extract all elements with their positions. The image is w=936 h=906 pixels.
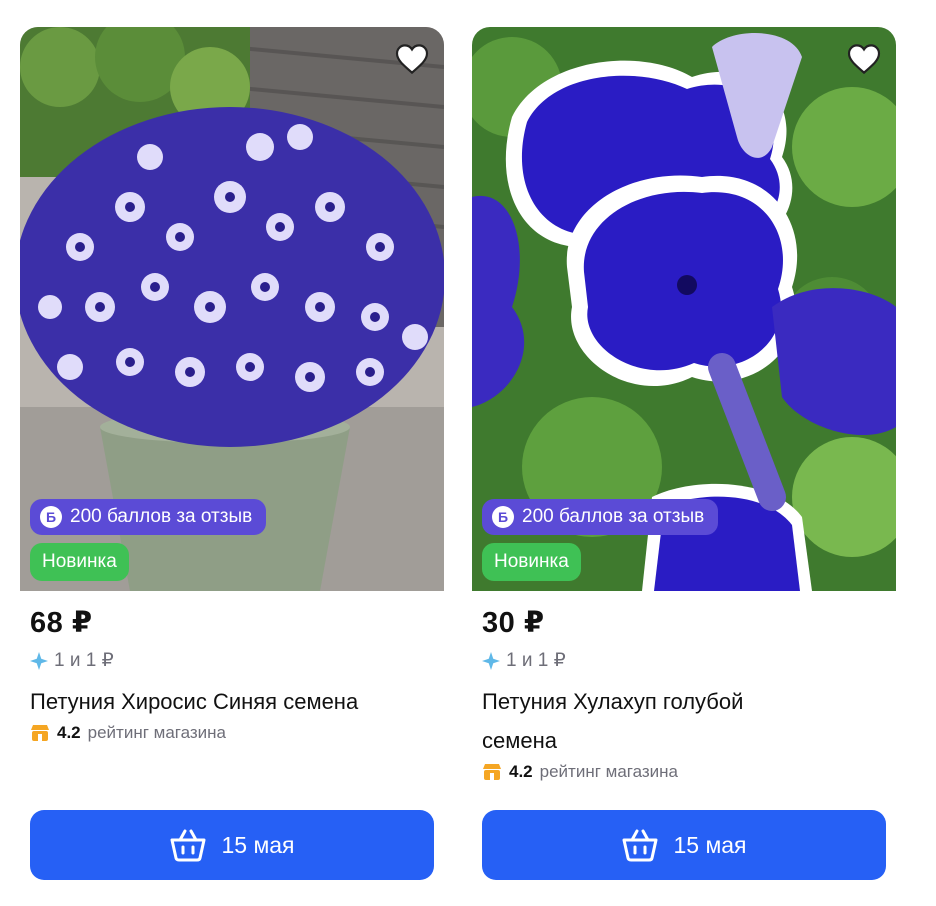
new-badge: Новинка <box>482 543 581 581</box>
rating-value: 4.2 <box>509 762 533 781</box>
product-title[interactable]: Петуния Хиросис Синяя семена <box>30 682 434 721</box>
new-badge: Новинка <box>30 543 129 581</box>
rating-label: рейтинг магазина <box>539 762 679 781</box>
points-coin-icon: Б <box>492 506 514 528</box>
review-points-text: 200 баллов за отзыв <box>522 506 705 527</box>
image-badges: Б 200 баллов за отзыв Новинка <box>30 499 267 581</box>
store-rating: 4.2 рейтинг магазина <box>30 723 434 743</box>
basket-icon <box>170 829 206 862</box>
review-points-badge: Б 200 баллов за отзыв <box>482 499 719 535</box>
product-card[interactable]: Б 200 баллов за отзыв Новинка 68 ₽ 1 и 1… <box>20 27 444 880</box>
image-badges: Б 200 баллов за отзыв Новинка <box>482 499 719 581</box>
store-rating: 4.2 рейтинг магазина <box>482 762 886 782</box>
product-image[interactable]: Б 200 баллов за отзыв Новинка <box>20 27 444 591</box>
price: 68 ₽ <box>30 607 93 639</box>
product-card[interactable]: Б 200 баллов за отзыв Новинка 30 ₽ 1 и 1… <box>472 27 896 880</box>
product-title[interactable]: Петуния Хулахуп голубой семена <box>482 682 812 760</box>
add-to-cart-button[interactable]: 15 мая <box>30 810 434 880</box>
review-points-badge: Б 200 баллов за отзыв <box>30 499 267 535</box>
favorite-heart-icon[interactable] <box>846 41 882 77</box>
delivery-date-label: 15 мая <box>221 831 295 858</box>
promo-text: 1 и 1 ₽ <box>54 650 114 671</box>
store-icon <box>483 764 501 780</box>
promo-offer: 1 и 1 ₽ <box>482 649 886 672</box>
points-coin-icon: Б <box>40 506 62 528</box>
basket-icon <box>622 829 658 862</box>
delivery-date-label: 15 мая <box>673 831 747 858</box>
review-points-text: 200 баллов за отзыв <box>70 506 253 527</box>
promo-offer: 1 и 1 ₽ <box>30 649 434 672</box>
rating-value: 4.2 <box>57 723 81 742</box>
store-icon <box>31 725 49 741</box>
sparkle-icon <box>482 651 500 670</box>
rating-label: рейтинг магазина <box>87 723 227 742</box>
favorite-heart-icon[interactable] <box>394 41 430 77</box>
sparkle-icon <box>30 651 48 670</box>
product-image[interactable]: Б 200 баллов за отзыв Новинка <box>472 27 896 591</box>
price: 30 ₽ <box>482 607 545 639</box>
promo-text: 1 и 1 ₽ <box>506 650 566 671</box>
add-to-cart-button[interactable]: 15 мая <box>482 810 886 880</box>
